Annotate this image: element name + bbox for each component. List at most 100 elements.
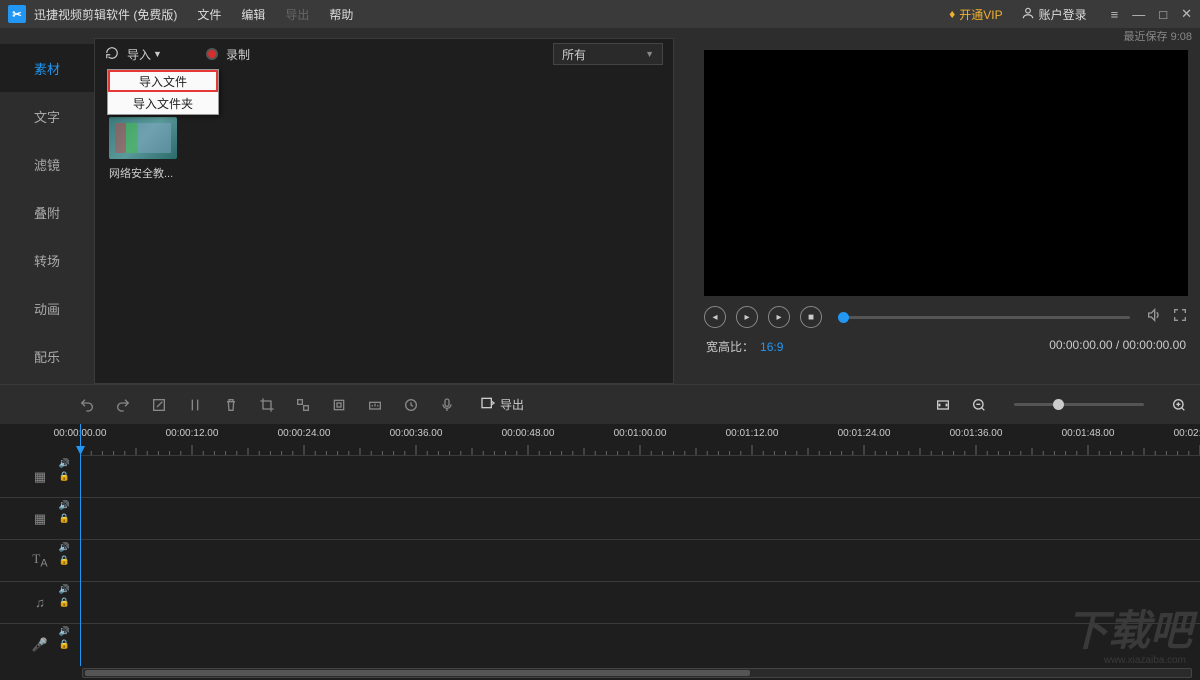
record-icon[interactable]	[206, 48, 218, 60]
duration-icon[interactable]	[402, 396, 420, 414]
crop-icon[interactable]	[258, 396, 276, 414]
timeline-ruler[interactable]: 00:00:00.0000:00:12.0000:00:24.0000:00:3…	[80, 424, 1200, 456]
menu-edit[interactable]: 编辑	[241, 6, 265, 23]
stop-button[interactable]: ■	[800, 306, 822, 328]
tab-filter[interactable]: 滤镜	[0, 140, 94, 188]
aspect-value[interactable]: 16:9	[760, 340, 783, 354]
media-thumbnail	[109, 117, 177, 159]
split-icon[interactable]	[186, 396, 204, 414]
zoom-slider[interactable]	[1014, 403, 1144, 406]
import-label: 导入	[127, 46, 151, 63]
tab-transition[interactable]: 转场	[0, 236, 94, 284]
filter-select[interactable]: 所有 ▼	[553, 43, 663, 65]
main-menu: 文件 编辑 导出 帮助	[197, 6, 353, 23]
import-file-item[interactable]: 导入文件	[108, 70, 218, 92]
login-button[interactable]: 账户登录	[1021, 6, 1087, 23]
music-track-icon: ♫	[35, 595, 45, 610]
tab-media[interactable]: 素材	[0, 44, 94, 92]
preview-canvas[interactable]	[704, 50, 1188, 296]
track-audio-icon[interactable]: 🔊	[59, 500, 70, 511]
fit-icon[interactable]	[934, 396, 952, 414]
video-track[interactable]: ▦ 🔊 🔒	[0, 456, 1200, 498]
vip-button[interactable]: ♦ 开通VIP	[949, 6, 1002, 23]
refresh-icon[interactable]	[105, 46, 119, 63]
timeline-toolbar: 导出	[0, 384, 1200, 424]
fullscreen-icon[interactable]	[1172, 307, 1188, 327]
scrollbar-thumb[interactable]	[85, 670, 750, 676]
menu-file[interactable]: 文件	[197, 6, 221, 23]
hamburger-icon[interactable]: ≡	[1111, 7, 1119, 22]
timecode-display: 00:00:00.00 / 00:00:00.00	[1049, 338, 1186, 355]
tab-animation[interactable]: 动画	[0, 284, 94, 332]
track-audio-icon[interactable]: 🔊	[59, 542, 70, 553]
import-dropdown: 导入文件 导入文件夹	[107, 69, 219, 115]
ruler-label: 00:00:36.00	[390, 428, 443, 439]
pip-track-icon: ▦	[34, 511, 46, 527]
music-track[interactable]: ♫ 🔊 🔒	[0, 582, 1200, 624]
mosaic-icon[interactable]	[294, 396, 312, 414]
text-track[interactable]: TA 🔊🔒	[0, 540, 1200, 582]
track-lock-icon[interactable]: 🔒	[59, 639, 70, 650]
preview-info: 宽高比：16:9 00:00:00.00 / 00:00:00.00	[704, 334, 1188, 355]
progress-slider[interactable]	[838, 316, 1130, 319]
undo-icon[interactable]	[78, 396, 96, 414]
video-track-icon: ▦	[34, 469, 46, 485]
delete-icon[interactable]	[222, 396, 240, 414]
last-save-label: 最近保存 9:08	[1124, 28, 1192, 44]
ruler-label: 00:02:00.00	[1174, 428, 1200, 439]
app-title: 迅捷视频剪辑软件 (免费版)	[34, 6, 177, 23]
track-lock-icon[interactable]: 🔒	[59, 597, 70, 608]
export-button[interactable]: 导出	[480, 395, 524, 414]
vip-label: 开通VIP	[959, 6, 1002, 23]
track-lock-icon[interactable]: 🔒	[59, 513, 70, 524]
ruler-label: 00:00:48.00	[502, 428, 555, 439]
volume-icon[interactable]	[1146, 307, 1162, 327]
media-item[interactable]: 网络安全教...	[109, 117, 177, 181]
import-folder-item[interactable]: 导入文件夹	[108, 92, 218, 114]
pip-track[interactable]: ▦ 🔊 🔒	[0, 498, 1200, 540]
zoom-icon[interactable]	[366, 396, 384, 414]
export-icon	[480, 395, 496, 414]
ruler-label: 00:00:12.00	[166, 428, 219, 439]
zoom-handle[interactable]	[1053, 399, 1064, 410]
track-audio-icon[interactable]: 🔊	[59, 626, 70, 637]
chevron-down-icon: ▼	[153, 49, 162, 59]
play-button[interactable]: ▸	[736, 306, 758, 328]
chevron-down-icon: ▼	[645, 49, 654, 59]
tracks: ▦ 🔊🔒 ▦ 🔊🔒 TA 🔊🔒 ♫ 🔊🔒 🎤 🔊🔒	[0, 456, 1200, 666]
track-lock-icon[interactable]: 🔒	[59, 471, 70, 482]
timeline-scrollbar[interactable]	[82, 668, 1192, 678]
next-frame-button[interactable]: ▸	[768, 306, 790, 328]
track-audio-icon[interactable]: 🔊	[59, 458, 70, 469]
record-label[interactable]: 录制	[226, 46, 250, 63]
voice-track[interactable]: 🎤 🔊🔒	[0, 624, 1200, 666]
prev-frame-button[interactable]: ◂	[704, 306, 726, 328]
title-bar: ✂ 迅捷视频剪辑软件 (免费版) 文件 编辑 导出 帮助 ♦ 开通VIP 账户登…	[0, 0, 1200, 28]
tab-overlay[interactable]: 叠附	[0, 188, 94, 236]
minimize-icon[interactable]: —	[1132, 7, 1145, 22]
zoom-in-icon[interactable]	[1170, 396, 1188, 414]
import-button[interactable]: 导入 ▼	[127, 46, 162, 63]
ruler-label: 00:01:36.00	[950, 428, 1003, 439]
app-logo-icon: ✂	[8, 5, 26, 23]
menu-help[interactable]: 帮助	[329, 6, 353, 23]
media-toolbar: 导入 ▼ 录制 所有 ▼	[95, 39, 673, 69]
tab-music[interactable]: 配乐	[0, 332, 94, 380]
edit-icon[interactable]	[150, 396, 168, 414]
track-lock-icon[interactable]: 🔒	[59, 555, 70, 566]
voiceover-icon[interactable]	[438, 396, 456, 414]
progress-handle[interactable]	[838, 312, 849, 323]
media-label: 网络安全教...	[109, 165, 177, 181]
tab-text[interactable]: 文字	[0, 92, 94, 140]
user-icon	[1021, 6, 1035, 23]
ruler-label: 00:01:00.00	[614, 428, 667, 439]
playhead[interactable]	[80, 424, 81, 666]
freeze-icon[interactable]	[330, 396, 348, 414]
close-icon[interactable]: ✕	[1181, 6, 1192, 22]
track-audio-icon[interactable]: 🔊	[59, 584, 70, 595]
zoom-out-icon[interactable]	[970, 396, 988, 414]
menu-export[interactable]: 导出	[285, 6, 309, 23]
redo-icon[interactable]	[114, 396, 132, 414]
playback-controls: ◂ ▸ ▸ ■	[704, 296, 1188, 334]
maximize-icon[interactable]: □	[1159, 7, 1167, 22]
